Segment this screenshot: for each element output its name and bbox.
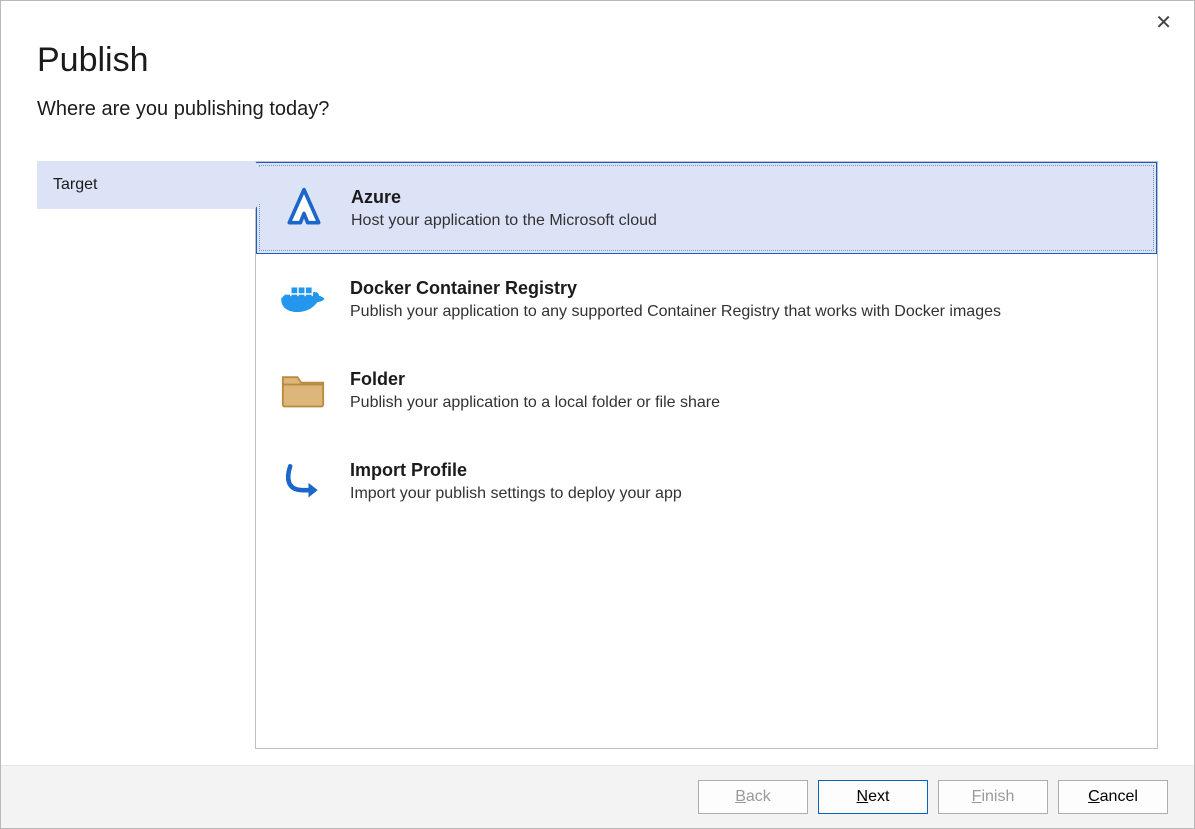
target-option-import-profile[interactable]: Import Profile Import your publish setti…: [256, 436, 1157, 527]
option-title: Folder: [350, 369, 1133, 390]
dialog-footer: Back Next Finish Cancel: [1, 765, 1194, 828]
option-text: Docker Container Registry Publish your a…: [350, 276, 1133, 321]
dialog-body: Target Azure Host your application to th…: [1, 131, 1194, 765]
dialog-subtitle: Where are you publishing today?: [37, 98, 1158, 121]
option-description: Publish your application to any supporte…: [350, 303, 1133, 321]
docker-icon: [280, 276, 326, 322]
next-button[interactable]: Next: [818, 780, 928, 814]
finish-button[interactable]: Finish: [938, 780, 1048, 814]
dialog-title: Publish: [37, 41, 1158, 80]
option-title: Azure: [351, 187, 1132, 208]
option-text: Folder Publish your application to a loc…: [350, 367, 1133, 412]
target-option-folder[interactable]: Folder Publish your application to a loc…: [256, 345, 1157, 436]
target-option-docker[interactable]: Docker Container Registry Publish your a…: [256, 254, 1157, 345]
target-options-panel: Azure Host your application to the Micro…: [255, 161, 1158, 749]
folder-icon: [280, 367, 326, 413]
option-description: Publish your application to a local fold…: [350, 394, 1133, 412]
option-text: Import Profile Import your publish setti…: [350, 458, 1133, 503]
wizard-step-label: Target: [53, 176, 97, 194]
azure-icon: [281, 185, 327, 231]
import-arrow-icon: [280, 458, 326, 504]
back-button[interactable]: Back: [698, 780, 808, 814]
cancel-button[interactable]: Cancel: [1058, 780, 1168, 814]
option-text: Azure Host your application to the Micro…: [351, 185, 1132, 230]
dialog-header: Publish Where are you publishing today?: [1, 1, 1194, 131]
option-description: Import your publish settings to deploy y…: [350, 485, 1133, 503]
wizard-step-target[interactable]: Target: [37, 161, 255, 209]
option-description: Host your application to the Microsoft c…: [351, 212, 1132, 230]
close-icon: ✕: [1155, 12, 1172, 34]
close-button[interactable]: ✕: [1147, 9, 1180, 37]
option-title: Import Profile: [350, 460, 1133, 481]
wizard-steps: Target: [37, 161, 255, 749]
target-option-azure[interactable]: Azure Host your application to the Micro…: [256, 162, 1157, 254]
option-title: Docker Container Registry: [350, 278, 1133, 299]
publish-dialog: ✕ Publish Where are you publishing today…: [0, 0, 1195, 829]
